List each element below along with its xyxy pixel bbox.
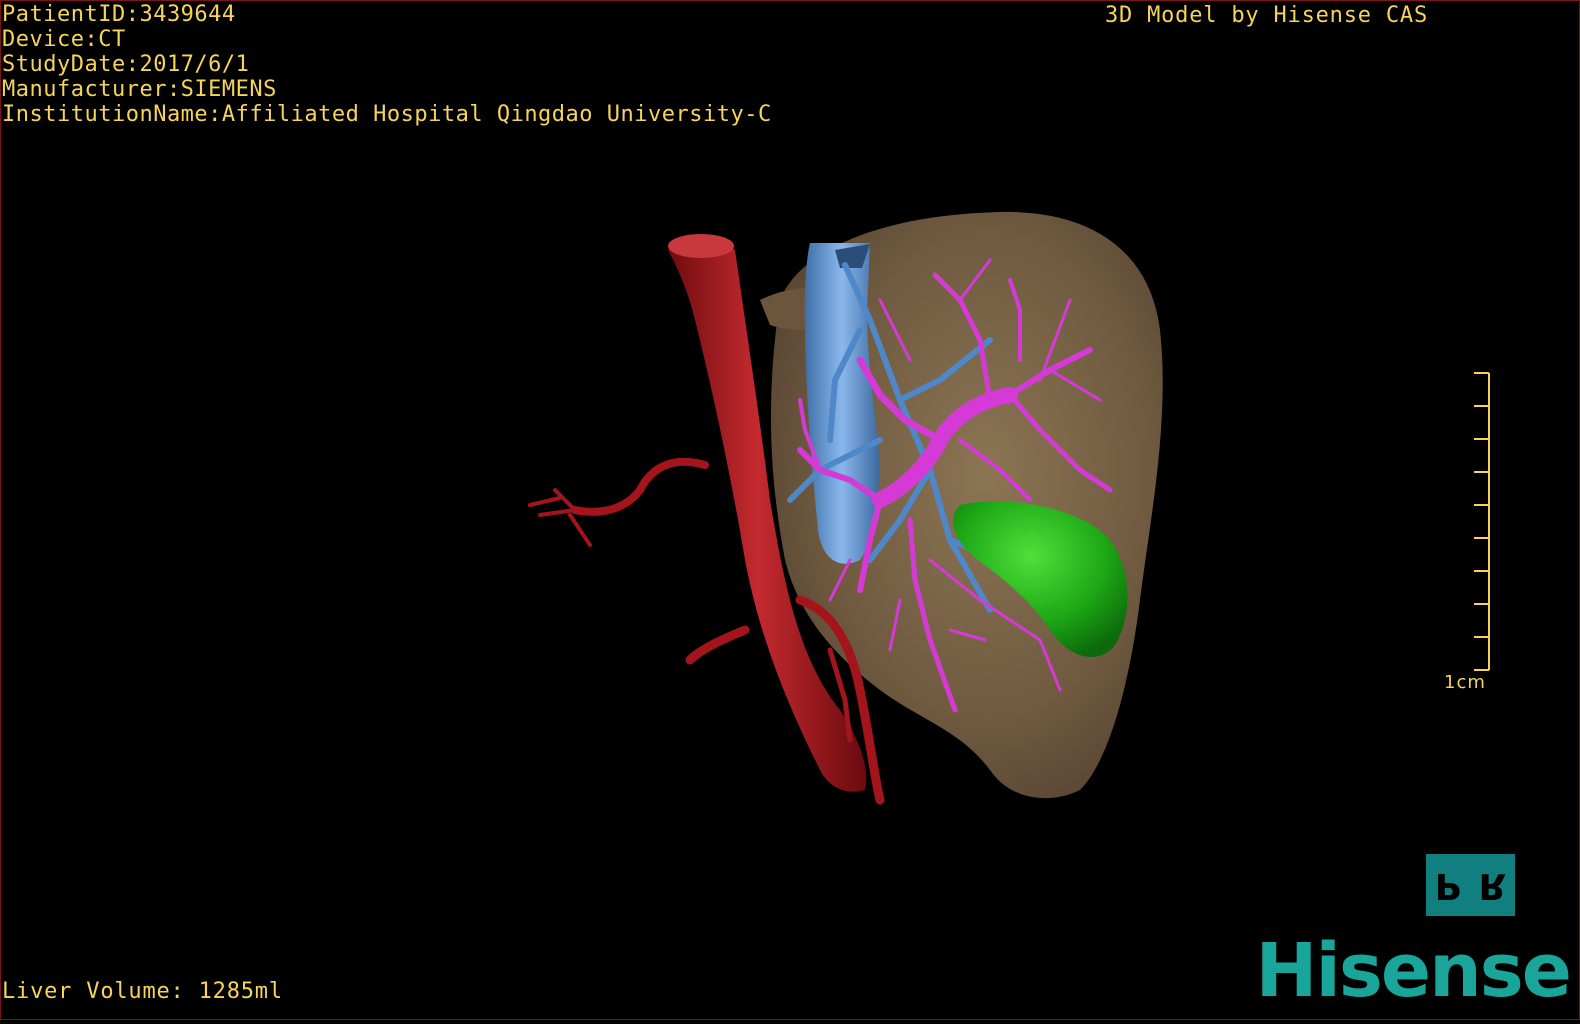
institution-text: InstitutionName:Affiliated Hospital Qing… (2, 102, 772, 127)
study-date-text: StudyDate:2017/6/1 (2, 52, 250, 77)
scale-bar (1474, 372, 1490, 671)
scale-bar-label: 1cm (1444, 672, 1486, 693)
orientation-letter-right: R (1478, 864, 1507, 906)
hisense-logo: Hisense (1255, 928, 1572, 1014)
device-text: Device:CT (2, 27, 126, 52)
liver-3d-model (528, 211, 1163, 805)
liver-volume-text: Liver Volume: 1285ml (2, 979, 283, 1004)
model-credit-text: 3D Model by Hisense CAS (1104, 3, 1428, 28)
patient-id-text: PatientID:3439644 (2, 2, 236, 27)
orientation-letter-left: P (1434, 864, 1462, 906)
dicom-info-overlay: PatientID:3439644 Device:CT StudyDate:20… (2, 2, 772, 127)
3d-viewport[interactable] (0, 0, 1580, 1020)
manufacturer-text: Manufacturer:SIEMENS (2, 77, 277, 102)
orientation-cube[interactable]: P R (1426, 854, 1515, 916)
